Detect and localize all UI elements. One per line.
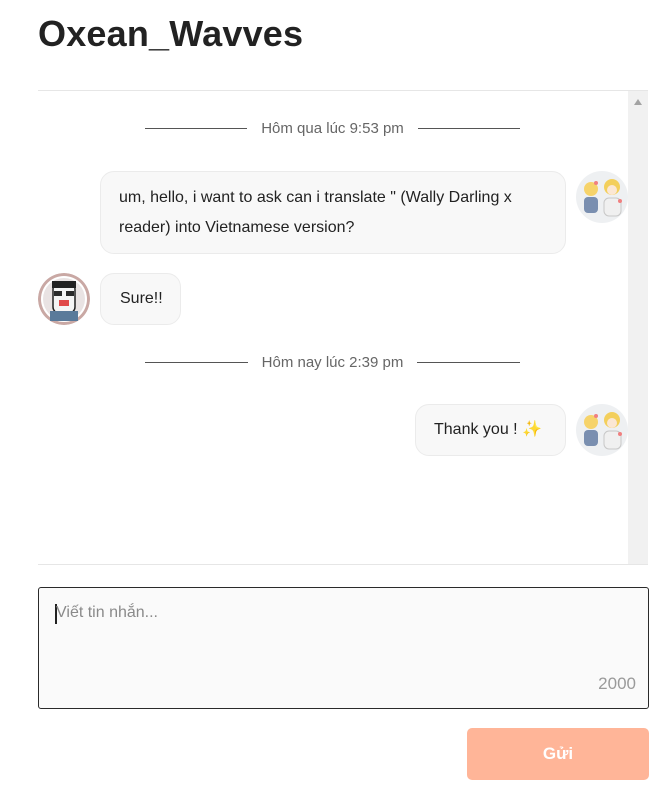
message-input-placeholder: Viết tin nhắn...	[56, 604, 158, 621]
avatar-image	[576, 404, 628, 456]
send-button[interactable]: Gửi	[467, 728, 649, 780]
scrollbar[interactable]	[628, 91, 648, 564]
message-text: Sure!!	[120, 290, 163, 307]
message-thread: Hôm qua lúc 9:53 pm um, hello, i want to…	[38, 90, 648, 565]
date-divider: Hôm qua lúc 9:53 pm	[145, 118, 521, 138]
page-title: Oxean_Wavves	[38, 13, 304, 54]
avatar-image	[38, 273, 90, 325]
message-list: Hôm qua lúc 9:53 pm um, hello, i want to…	[38, 91, 628, 564]
chat-page: Oxean_Wavves Hôm qua lúc 9:53 pm um, hel…	[0, 0, 664, 791]
date-label: Hôm qua lúc 9:53 pm	[261, 119, 404, 137]
other-user-avatar[interactable]	[38, 273, 90, 325]
outgoing-message: Thank you ! ✨	[415, 404, 566, 456]
divider-line	[145, 361, 248, 363]
date-label: Hôm nay lúc 2:39 pm	[261, 353, 404, 371]
message-input[interactable]: Viết tin nhắn... 2000	[38, 587, 649, 709]
character-counter: 2000	[598, 674, 636, 693]
chevron-up-icon[interactable]	[634, 99, 642, 105]
sparkles-icon: ✨	[522, 421, 542, 438]
divider-line	[417, 361, 521, 363]
divider-line	[417, 127, 521, 129]
divider-line	[145, 127, 248, 129]
avatar-image	[576, 171, 628, 223]
outgoing-message: um, hello, i want to ask can i translate…	[100, 171, 566, 254]
message-text: um, hello, i want to ask can i translate…	[119, 189, 512, 236]
incoming-message: Sure!!	[100, 273, 181, 325]
my-avatar[interactable]	[576, 171, 628, 223]
date-divider: Hôm nay lúc 2:39 pm	[145, 352, 521, 372]
my-avatar[interactable]	[576, 404, 628, 456]
message-text: Thank you !	[434, 421, 518, 438]
